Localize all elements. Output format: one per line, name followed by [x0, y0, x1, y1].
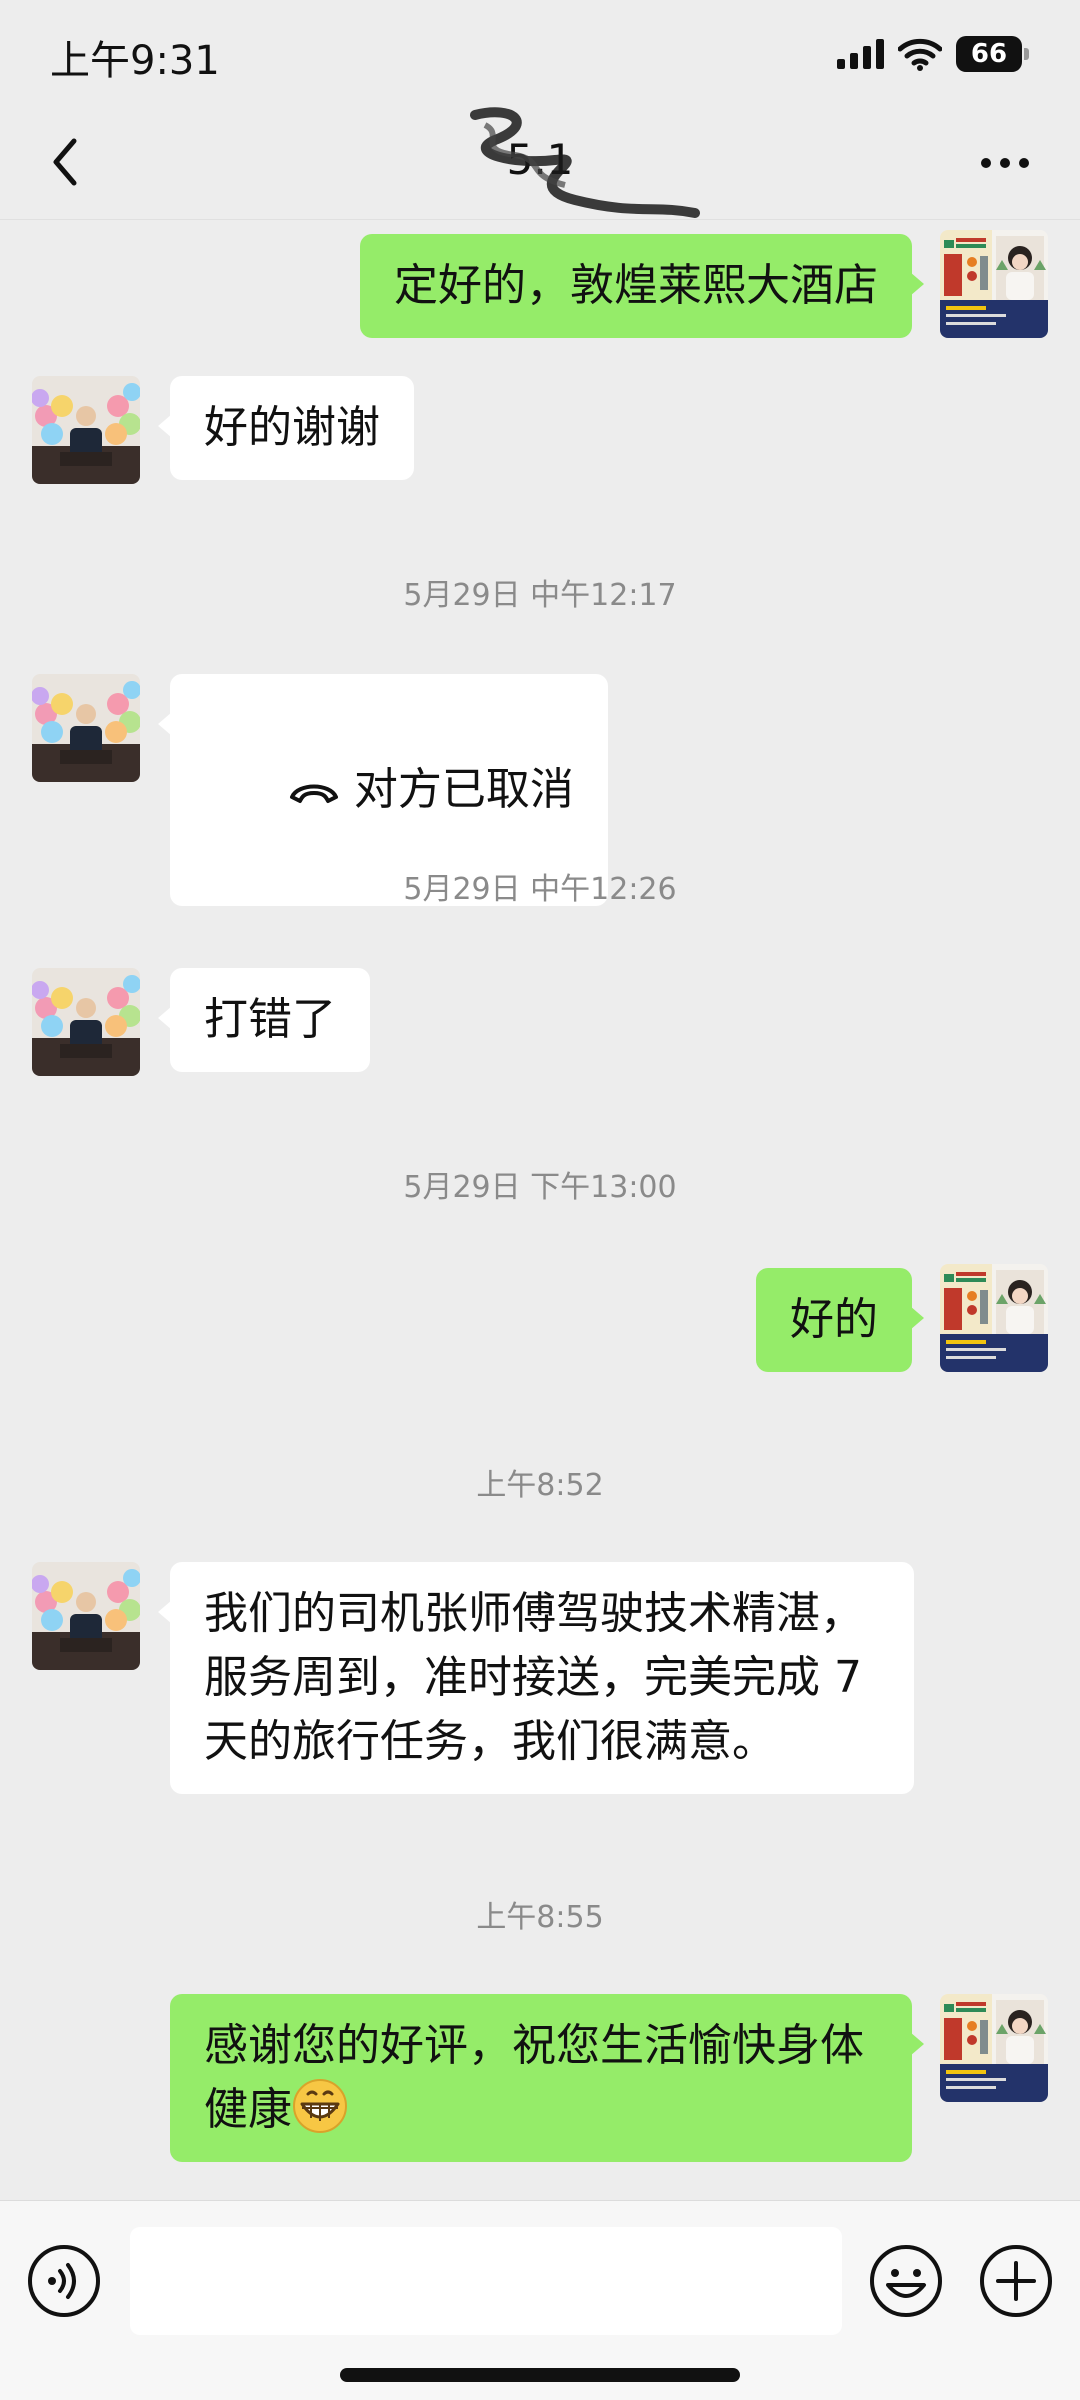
incoming-bubble[interactable]: 打错了: [158, 968, 370, 1072]
message-row: 定好的，敦煌莱熙大酒店: [0, 230, 1080, 340]
voice-icon[interactable]: [26, 2243, 102, 2319]
call-status-text: 对方已取消: [353, 764, 574, 815]
contact-avatar[interactable]: [32, 1562, 140, 1670]
outgoing-bubble[interactable]: 定好的，敦煌莱熙大酒店: [360, 234, 924, 338]
timestamp: 上午8:52: [476, 1468, 604, 1503]
more-dots-icon: [981, 158, 1029, 168]
timestamp: 5月29日 下午13:00: [403, 1170, 677, 1205]
call-cancelled-icon: [289, 784, 338, 803]
emoji-icon[interactable]: [868, 2243, 944, 2319]
timestamp: 5月29日 中午12:26: [403, 872, 677, 907]
nav-bar: 5.1: [0, 105, 1080, 220]
chat-title: 5.1: [506, 135, 574, 184]
signal-icon: [837, 39, 884, 69]
message-input[interactable]: [130, 2227, 842, 2335]
contact-avatar[interactable]: [32, 968, 140, 1076]
outgoing-bubble[interactable]: 感谢您的好评，祝您生活愉快身体 健康: [170, 1994, 924, 2162]
incoming-bubble[interactable]: 好的谢谢: [158, 376, 414, 480]
self-avatar[interactable]: [940, 230, 1048, 338]
incoming-bubble[interactable]: 我们的司机张师傅驾驶技术精湛， 服务周到，准时接送，完美完成 7 天的旅行任务，…: [158, 1562, 914, 1794]
message-row: 感谢您的好评，祝您生活愉快身体 健康: [0, 1994, 1080, 2174]
timestamp: 5月29日 中午12:17: [403, 578, 677, 613]
status-time: 上午9:31: [50, 38, 220, 84]
message-row: 打错了: [0, 968, 1080, 1078]
message-row: 好的: [0, 1264, 1080, 1374]
outgoing-bubble[interactable]: 好的: [756, 1268, 924, 1372]
contact-avatar[interactable]: [32, 674, 140, 782]
home-indicator: [340, 2368, 740, 2382]
message-row: 对方已取消: [0, 674, 1080, 906]
plus-icon[interactable]: [978, 2243, 1054, 2319]
message-row: 我们的司机张师傅驾驶技术精湛， 服务周到，准时接送，完美完成 7 天的旅行任务，…: [0, 1562, 1080, 1812]
self-avatar[interactable]: [940, 1994, 1048, 2102]
status-bar: 上午9:31 66: [0, 0, 1080, 105]
timestamp: 上午8:55: [476, 1900, 604, 1935]
self-avatar[interactable]: [940, 1264, 1048, 1372]
grinning-face-emoji: [293, 2079, 347, 2133]
contact-avatar[interactable]: [32, 376, 140, 484]
more-button[interactable]: [970, 133, 1040, 193]
message-row: 好的谢谢: [0, 376, 1080, 486]
wifi-icon: [898, 38, 942, 71]
chat-area[interactable]: 定好的，敦煌莱熙大酒店 好的谢谢 5月29日 中午12:17 对方已取消 5月2…: [0, 220, 1080, 2200]
battery-icon: 66: [956, 36, 1029, 72]
status-icons: 66: [837, 34, 1029, 74]
